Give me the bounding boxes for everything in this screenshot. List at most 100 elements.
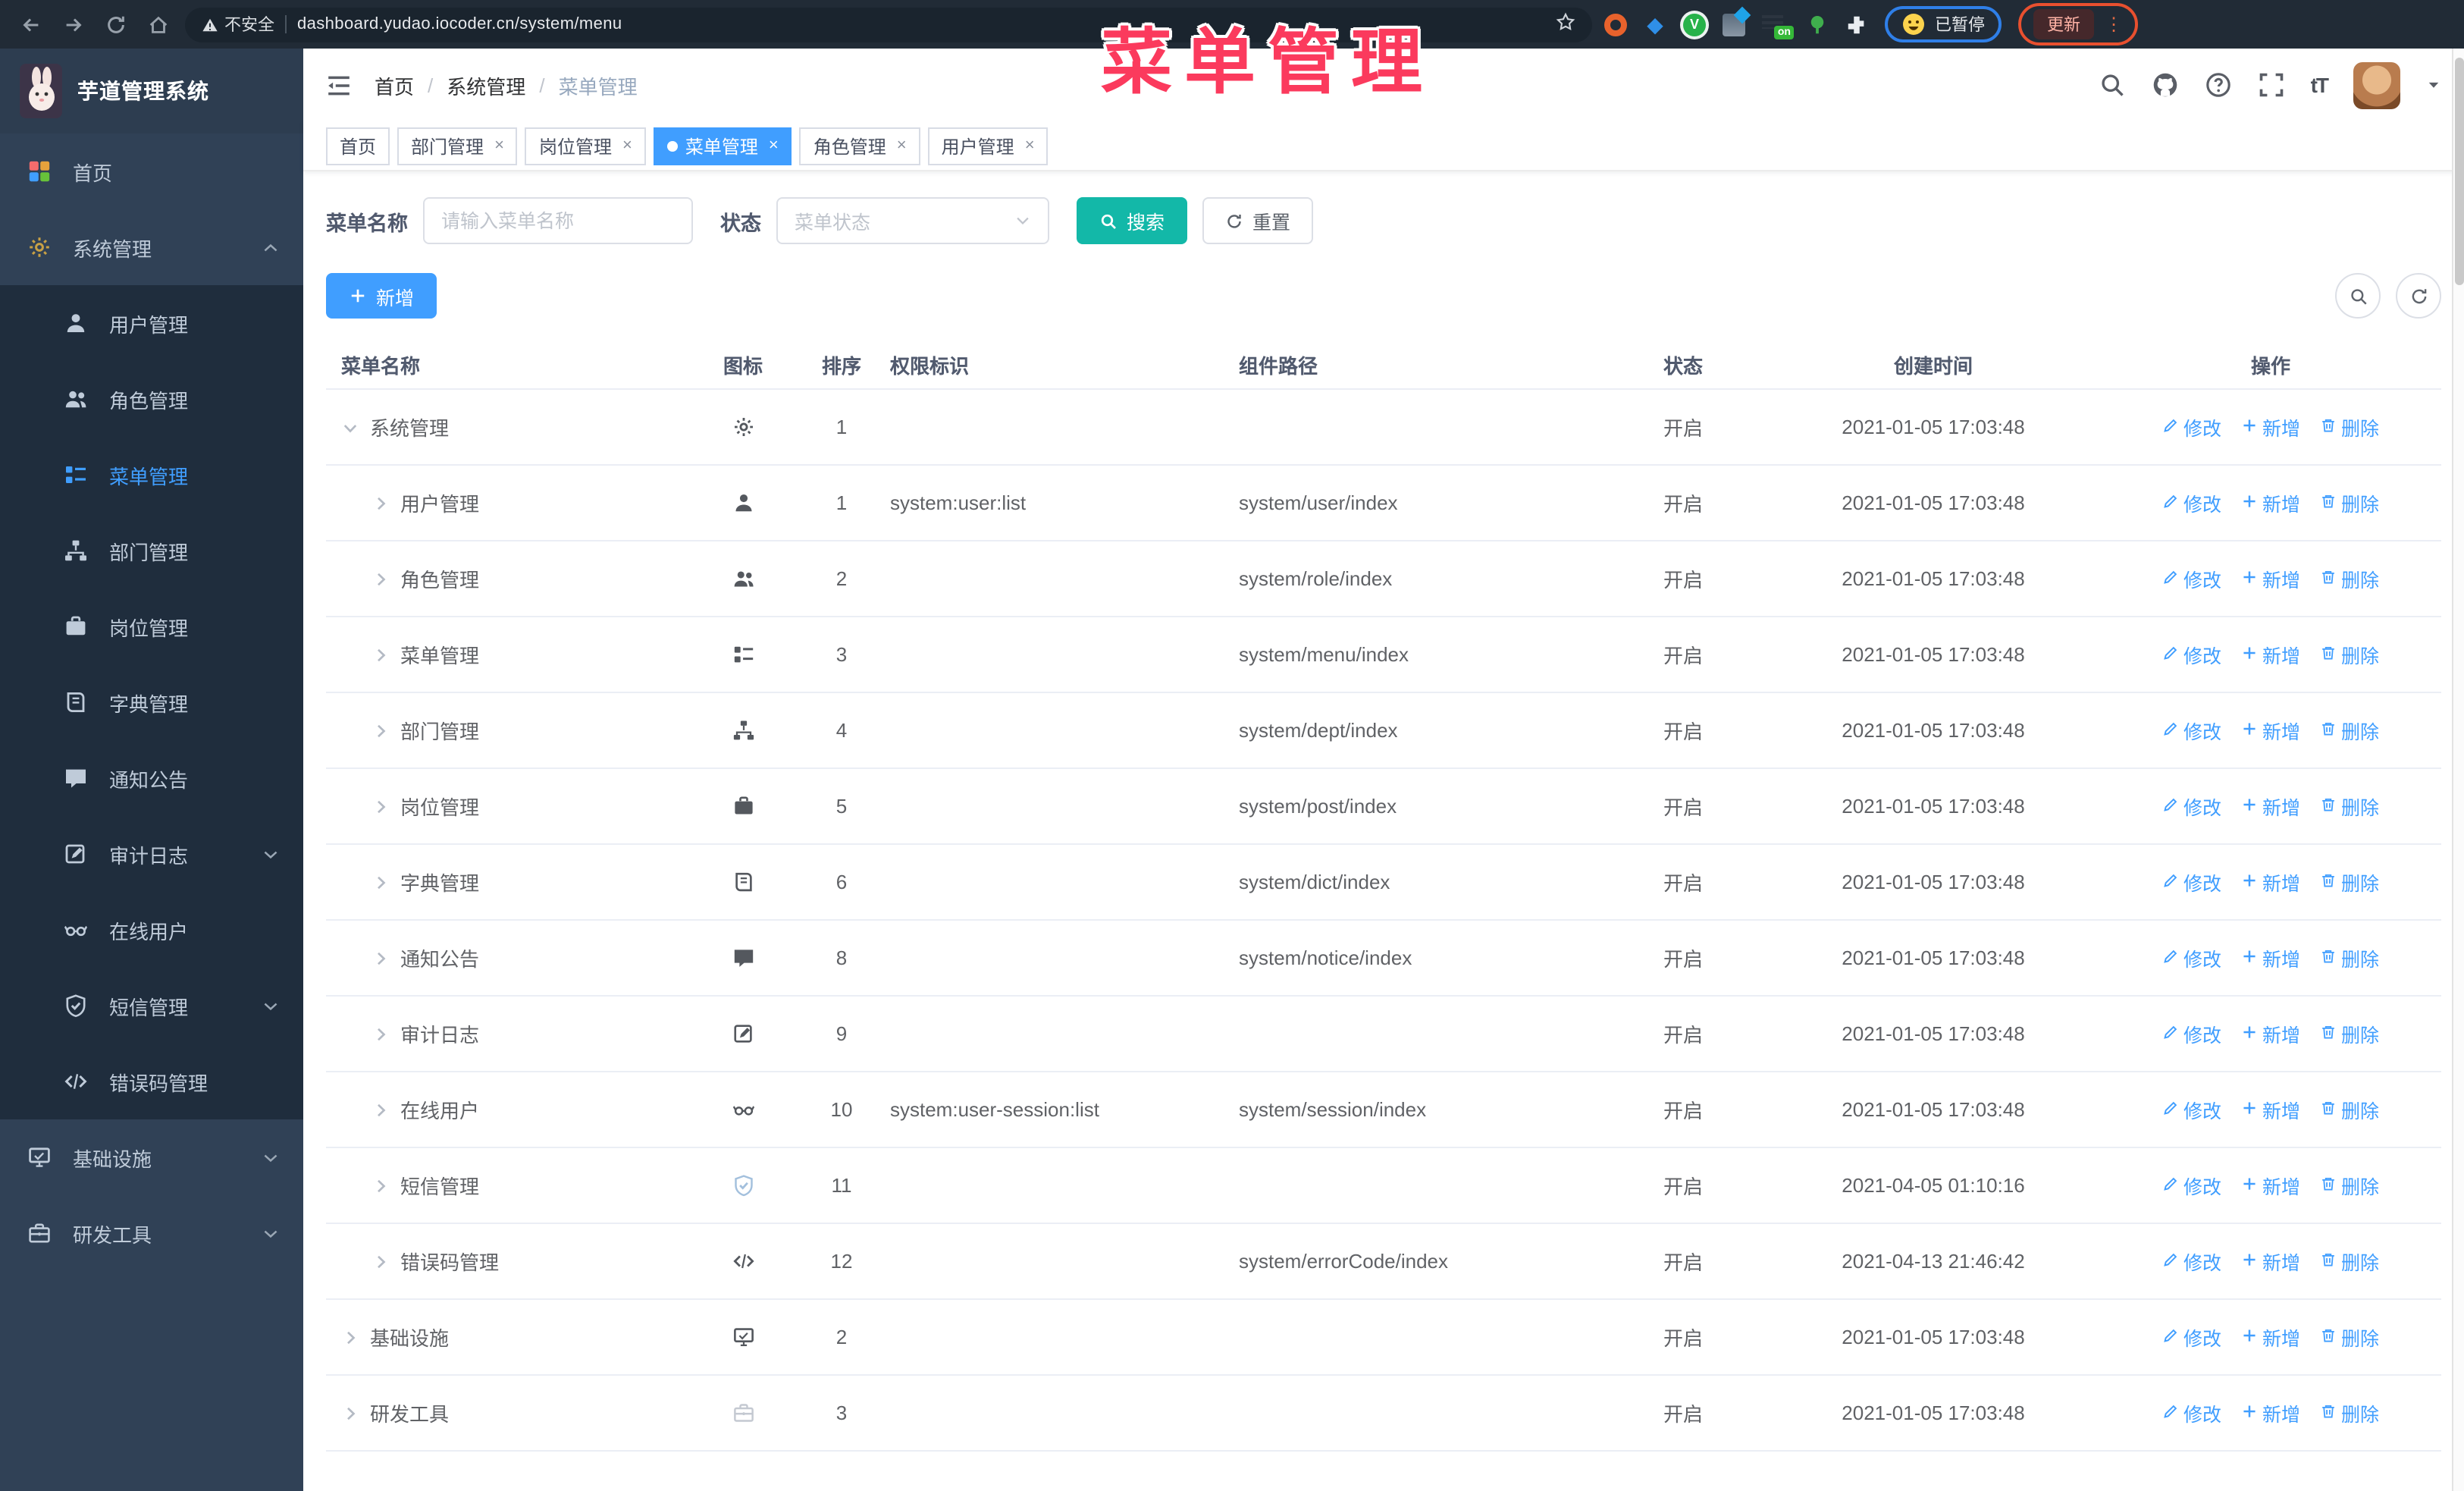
close-tab-icon[interactable]: ×: [769, 137, 779, 155]
breadcrumb-item[interactable]: 系统管理: [447, 71, 525, 99]
close-tab-icon[interactable]: ×: [622, 137, 632, 155]
extension-orange-ring-icon[interactable]: [1604, 13, 1627, 36]
sidebar-item-system[interactable]: 系统管理: [0, 209, 303, 285]
row-delete-link[interactable]: 删除: [2320, 413, 2379, 441]
row-delete-link[interactable]: 删除: [2320, 1323, 2379, 1351]
browser-forward-icon[interactable]: [58, 13, 88, 36]
reset-button[interactable]: 重置: [1202, 197, 1314, 244]
breadcrumb-item[interactable]: 首页: [375, 71, 414, 99]
row-add-link[interactable]: 新增: [2241, 413, 2300, 441]
profile-paused-chip[interactable]: 已暂停: [1901, 12, 1985, 36]
row-add-link[interactable]: 新增: [2241, 792, 2300, 821]
fullscreen-icon[interactable]: [2258, 71, 2285, 99]
row-edit-link[interactable]: 修改: [2162, 716, 2221, 745]
tab-部门管理[interactable]: 部门管理 ×: [397, 127, 518, 165]
expand-row-caret-icon[interactable]: [371, 645, 390, 664]
expand-row-caret-icon[interactable]: [371, 949, 390, 967]
tab-首页[interactable]: 首页: [326, 127, 390, 165]
sidebar-item-tools[interactable]: 研发工具: [0, 1195, 303, 1271]
row-delete-link[interactable]: 删除: [2320, 488, 2379, 517]
tab-岗位管理[interactable]: 岗位管理 ×: [525, 127, 646, 165]
row-edit-link[interactable]: 修改: [2162, 943, 2221, 972]
row-edit-link[interactable]: 修改: [2162, 1247, 2221, 1276]
sidebar-item-post[interactable]: 岗位管理: [0, 589, 303, 664]
row-delete-link[interactable]: 删除: [2320, 1171, 2379, 1200]
update-button[interactable]: 更新: [2033, 9, 2094, 39]
extension-tree-icon[interactable]: [1806, 13, 1829, 36]
row-edit-link[interactable]: 修改: [2162, 640, 2221, 669]
bookmark-star-icon[interactable]: [1556, 12, 1575, 36]
sidebar-item-infra[interactable]: 基础设施: [0, 1119, 303, 1195]
close-tab-icon[interactable]: ×: [1025, 137, 1035, 155]
add-button[interactable]: 新增: [326, 273, 437, 319]
sidebar-item-notice[interactable]: 通知公告: [0, 740, 303, 816]
row-add-link[interactable]: 新增: [2241, 1095, 2300, 1124]
sidebar-item-role[interactable]: 角色管理: [0, 361, 303, 437]
row-add-link[interactable]: 新增: [2241, 1019, 2300, 1048]
row-add-link[interactable]: 新增: [2241, 1398, 2300, 1427]
sidebar-item-sms[interactable]: 短信管理: [0, 968, 303, 1044]
row-delete-link[interactable]: 删除: [2320, 640, 2379, 669]
row-delete-link[interactable]: 删除: [2320, 943, 2379, 972]
github-icon[interactable]: [2152, 71, 2179, 99]
row-add-link[interactable]: 新增: [2241, 1171, 2300, 1200]
expand-row-caret-icon[interactable]: [371, 1176, 390, 1194]
row-delete-link[interactable]: 删除: [2320, 1247, 2379, 1276]
row-delete-link[interactable]: 删除: [2320, 1019, 2379, 1048]
chevron-down-icon[interactable]: [2426, 77, 2441, 93]
extensions-puzzle-icon[interactable]: [1845, 13, 1868, 36]
row-delete-link[interactable]: 删除: [2320, 716, 2379, 745]
sidebar-item-log[interactable]: 审计日志: [0, 816, 303, 892]
sidebar-item-home[interactable]: 首页: [0, 133, 303, 209]
row-add-link[interactable]: 新增: [2241, 1247, 2300, 1276]
row-delete-link[interactable]: 删除: [2320, 1398, 2379, 1427]
extension-switch-icon[interactable]: on: [1762, 13, 1794, 39]
search-button[interactable]: 搜索: [1077, 197, 1188, 244]
font-size-icon[interactable]: tT: [2311, 73, 2329, 97]
sidebar-item-dict[interactable]: 字典管理: [0, 664, 303, 740]
row-add-link[interactable]: 新增: [2241, 716, 2300, 745]
browser-back-icon[interactable]: [15, 13, 45, 36]
scrollbar-thumb[interactable]: [2455, 58, 2464, 285]
extension-green-v-icon[interactable]: V: [1683, 13, 1706, 36]
row-add-link[interactable]: 新增: [2241, 943, 2300, 972]
tab-角色管理[interactable]: 角色管理 ×: [799, 127, 920, 165]
extension-grid-icon[interactable]: [1723, 13, 1745, 36]
user-avatar[interactable]: [2353, 61, 2400, 108]
row-edit-link[interactable]: 修改: [2162, 1171, 2221, 1200]
row-edit-link[interactable]: 修改: [2162, 564, 2221, 593]
tab-用户管理[interactable]: 用户管理 ×: [927, 127, 1049, 165]
row-delete-link[interactable]: 删除: [2320, 792, 2379, 821]
search-icon[interactable]: [2099, 71, 2126, 99]
row-delete-link[interactable]: 删除: [2320, 1095, 2379, 1124]
menu-name-input[interactable]: [423, 197, 693, 244]
expand-collapse-caret-icon[interactable]: [341, 418, 359, 436]
sidebar-item-user[interactable]: 用户管理: [0, 285, 303, 361]
expand-row-caret-icon[interactable]: [371, 1100, 390, 1119]
extension-gem-icon[interactable]: ◆: [1644, 12, 1666, 36]
expand-row-caret-icon[interactable]: [341, 1328, 359, 1346]
row-edit-link[interactable]: 修改: [2162, 868, 2221, 896]
row-delete-link[interactable]: 删除: [2320, 868, 2379, 896]
sidebar-item-menu[interactable]: 菜单管理: [0, 437, 303, 513]
expand-row-caret-icon[interactable]: [371, 1252, 390, 1270]
sidebar-item-online[interactable]: 在线用户: [0, 892, 303, 968]
close-tab-icon[interactable]: ×: [897, 137, 907, 155]
page-scrollbar[interactable]: [2452, 49, 2464, 1491]
browser-menu-kebab-icon[interactable]: ⋮: [2105, 15, 2123, 33]
status-select[interactable]: 菜单状态: [776, 197, 1049, 244]
expand-row-caret-icon[interactable]: [371, 494, 390, 512]
tab-菜单管理[interactable]: 菜单管理 ×: [653, 127, 792, 165]
row-edit-link[interactable]: 修改: [2162, 792, 2221, 821]
row-edit-link[interactable]: 修改: [2162, 1019, 2221, 1048]
close-tab-icon[interactable]: ×: [494, 137, 504, 155]
expand-row-caret-icon[interactable]: [371, 797, 390, 815]
row-edit-link[interactable]: 修改: [2162, 1323, 2221, 1351]
sidebar-item-dept[interactable]: 部门管理: [0, 513, 303, 589]
browser-home-icon[interactable]: [143, 13, 173, 36]
hamburger-icon[interactable]: [326, 72, 352, 98]
row-add-link[interactable]: 新增: [2241, 640, 2300, 669]
browser-reload-icon[interactable]: [100, 13, 130, 36]
row-add-link[interactable]: 新增: [2241, 488, 2300, 517]
expand-row-caret-icon[interactable]: [371, 721, 390, 739]
